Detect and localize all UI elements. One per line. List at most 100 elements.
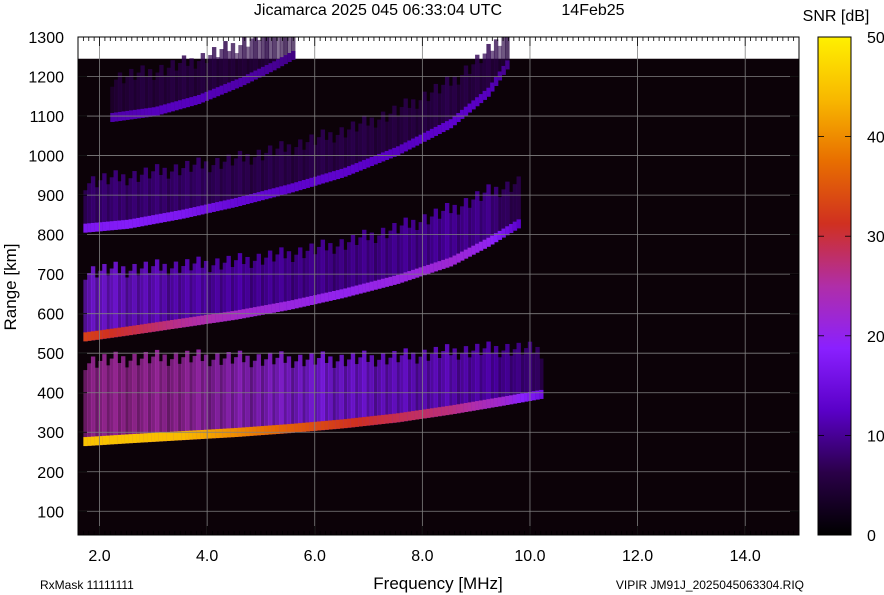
echo-cell (380, 152, 386, 162)
echo-cell (452, 348, 457, 414)
echo-cell (320, 351, 326, 431)
y-tick-label: 500 (37, 346, 64, 363)
echo-cell (256, 192, 262, 202)
echo-cell (105, 365, 111, 445)
echo-cell (316, 175, 322, 185)
echo-cell (493, 346, 499, 407)
y-tick-label: 900 (37, 188, 64, 205)
echo-cell (335, 361, 341, 429)
echo-cell (362, 283, 367, 293)
echo-cell (475, 97, 480, 107)
echo-cell (362, 160, 367, 170)
echo-cell (426, 408, 431, 418)
echo-cell (143, 261, 149, 333)
echo-cell (140, 108, 145, 118)
echo-cell (192, 207, 197, 217)
echo-cell (87, 363, 92, 446)
echo-cell (283, 185, 288, 195)
echo-cell (339, 354, 344, 429)
echo-cell (87, 223, 92, 233)
echo-cell (294, 182, 299, 192)
echo-cell (486, 399, 491, 409)
echo-cell (377, 359, 382, 425)
echo-cell (83, 279, 88, 342)
ionogram-chart: Jicamarca 2025 045 06:33:04 UTC 14Feb25 … (1, 2, 884, 593)
echo-cell (151, 215, 156, 225)
echo-cell (411, 138, 416, 148)
echo-cell (475, 243, 480, 253)
echo-cell (166, 365, 171, 441)
echo-cell (414, 136, 420, 146)
echo-cell (181, 209, 186, 219)
echo-cell (482, 348, 487, 409)
echo-cell (388, 414, 393, 424)
echo-cell (178, 100, 183, 110)
echo-cell (177, 431, 182, 441)
echo-cell (279, 247, 284, 312)
echo-cell (234, 197, 239, 207)
echo-cell (189, 97, 194, 107)
echo-cell (343, 288, 348, 298)
echo-cell (501, 228, 506, 238)
echo-cell (350, 164, 356, 174)
echo-cell (200, 429, 205, 439)
echo-cell (486, 341, 491, 409)
echo-cell (286, 300, 292, 310)
echo-cell (448, 257, 454, 267)
echo-cell (362, 229, 367, 293)
plot-area (78, 37, 799, 535)
echo-cell (177, 210, 182, 220)
echo-cell (493, 397, 499, 407)
echo-cell (110, 112, 115, 122)
colorbar-tick-label: 40 (867, 130, 884, 147)
echo-cell (185, 259, 190, 327)
echo-cell (497, 71, 503, 81)
echo-cell (151, 322, 156, 332)
echo-cell (290, 300, 295, 310)
echo-cell (403, 412, 408, 422)
echo-cell (132, 218, 137, 228)
echo-cell (147, 215, 152, 225)
echo-cell (497, 230, 503, 240)
echo-cell (286, 356, 292, 434)
echo-cell (422, 349, 427, 419)
echo-cell (245, 308, 250, 318)
echo-cell (516, 342, 521, 403)
echo-cell (143, 323, 149, 333)
echo-cell (237, 350, 243, 437)
echo-cell (215, 313, 220, 323)
echo-cell (166, 212, 171, 222)
echo-cell (207, 366, 213, 439)
echo-cell (298, 181, 303, 191)
y-tick-label: 700 (37, 267, 64, 284)
echo-cell (173, 210, 179, 220)
echo-cell (234, 310, 239, 320)
echo-cell (335, 290, 341, 300)
echo-cell (109, 328, 115, 338)
echo-cell (422, 214, 427, 276)
x-tick-label: 14.0 (730, 548, 761, 565)
echo-cell (185, 208, 190, 218)
echo-cell (309, 177, 314, 187)
echo-cell (475, 401, 480, 411)
echo-cell (320, 174, 326, 184)
echo-cell (154, 214, 160, 224)
echo-cell (256, 354, 262, 436)
echo-cell (456, 253, 461, 263)
echo-cell (429, 263, 435, 273)
echo-cell (380, 278, 386, 288)
colorbar-tick-label: 10 (867, 428, 884, 445)
echo-cell (535, 390, 540, 400)
echo-cell (203, 354, 209, 439)
echo-cell (245, 74, 251, 84)
echo-cell (218, 312, 224, 322)
echo-cell (298, 423, 303, 433)
echo-cell (343, 366, 348, 429)
echo-cell (154, 259, 160, 332)
echo-cell (486, 237, 491, 247)
echo-cell (444, 202, 450, 268)
echo-cell (94, 222, 100, 232)
echo-cell (362, 350, 367, 427)
echo-cell (218, 428, 224, 438)
echo-cell (516, 393, 521, 403)
